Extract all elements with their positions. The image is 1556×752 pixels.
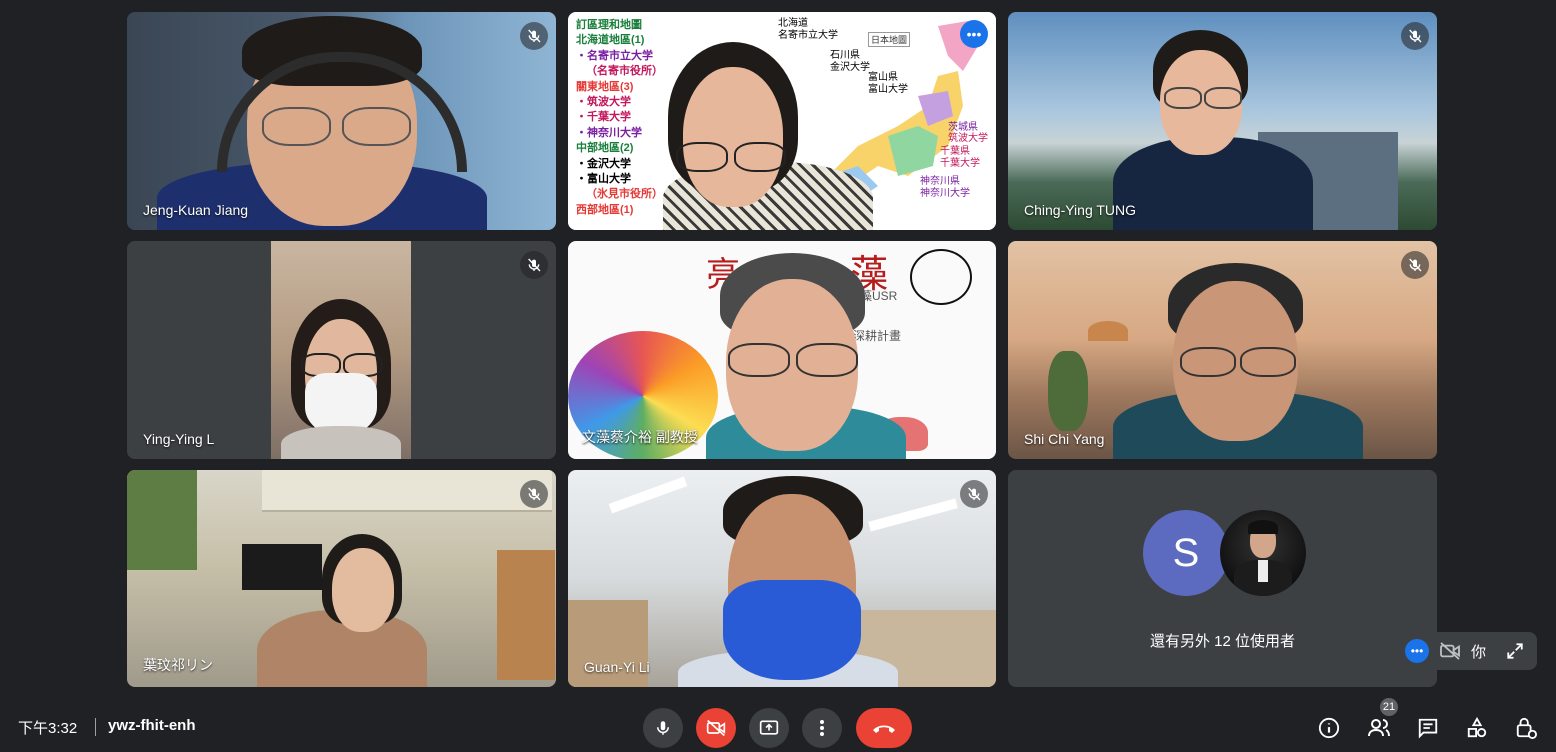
people-count-badge: 21 <box>1380 698 1398 716</box>
other-participants-tile[interactable] <box>1008 470 1437 687</box>
participant-name: Jeng-Kuan Jiang <box>143 202 249 218</box>
meeting-details-button[interactable] <box>1313 712 1345 744</box>
participant-tile[interactable]: Guan-Yi Li <box>568 470 996 687</box>
camera-toggle-button[interactable] <box>696 708 736 748</box>
mic-off-icon <box>520 251 548 279</box>
leave-call-button[interactable] <box>856 708 912 748</box>
mic-off-icon <box>960 480 988 508</box>
participant-video <box>1008 12 1437 230</box>
bottom-toolbar: 下午3:32 ywz-fhit-enh <box>0 700 1556 752</box>
lock-person-icon <box>1516 717 1537 740</box>
participant-video <box>568 12 996 230</box>
mic-off-icon <box>1401 251 1429 279</box>
people-icon <box>1368 719 1390 737</box>
more-options-icon[interactable]: ••• <box>1405 639 1429 663</box>
more-vert-icon <box>820 720 824 736</box>
mic-off-icon <box>520 480 548 508</box>
participant-tile-presenter[interactable]: 訂區理和地圖 北海道地區(1) ・名寄市立大学 （名寄市役所） 關東地區(3) … <box>568 12 996 230</box>
people-button[interactable] <box>1363 712 1395 744</box>
participant-tile[interactable]: Shi Chi Yang <box>1008 241 1437 459</box>
participant-name: Ching-Ying TUNG <box>1024 202 1137 218</box>
activities-icon <box>1467 717 1487 738</box>
other-participants-count: 還有另外 12 位使用者 <box>1149 633 1296 650</box>
activities-button[interactable] <box>1461 712 1493 744</box>
mic-off-icon <box>1401 22 1429 50</box>
present-screen-button[interactable] <box>749 708 789 748</box>
self-label: 你 <box>1471 643 1487 661</box>
mic-off-icon <box>520 22 548 50</box>
participant-tile[interactable]: 葉玟祁リン <box>127 470 556 687</box>
chat-button[interactable] <box>1412 712 1444 744</box>
more-options-icon[interactable]: ••• <box>960 20 988 48</box>
participant-name: Guan-Yi Li <box>584 659 650 675</box>
participant-name: Shi Chi Yang <box>1024 431 1105 447</box>
present-screen-icon <box>759 720 779 735</box>
hang-up-icon <box>873 725 895 733</box>
participant-name: 葉玟祁リン <box>143 657 213 673</box>
more-options-button[interactable] <box>802 708 842 748</box>
participant-tile[interactable]: Jeng-Kuan Jiang <box>127 12 556 230</box>
host-controls-button[interactable] <box>1510 712 1542 744</box>
portrait-video <box>271 241 411 459</box>
expand-icon[interactable] <box>1506 642 1524 660</box>
meeting-time: 下午3:32 <box>18 720 78 737</box>
participant-video <box>127 12 556 230</box>
chat-icon <box>1418 718 1438 739</box>
microphone-button[interactable] <box>643 708 683 748</box>
camera-off-icon <box>706 719 726 737</box>
info-icon <box>1318 717 1340 739</box>
self-view[interactable]: ••• 你 <box>1397 632 1537 670</box>
participant-name: Ying-Ying L <box>143 431 215 447</box>
participant-tile[interactable]: Ching-Ying TUNG <box>1008 12 1437 230</box>
avatar-photo <box>1220 510 1306 596</box>
microphone-icon <box>657 721 669 735</box>
participant-tile-presenter[interactable]: 亮 藻 文藻USR 深耕計畫 文藻蔡介裕 副教授 <box>568 241 996 459</box>
avatar: S <box>1143 510 1229 596</box>
participant-video <box>568 470 996 687</box>
participant-tile[interactable]: Ying-Ying L <box>127 241 556 459</box>
camera-off-icon <box>1439 642 1461 660</box>
participant-video <box>1008 241 1437 459</box>
meeting-code: ywz-fhit-enh <box>108 717 196 734</box>
slide-caption: 文藻蔡介裕 副教授 <box>582 429 698 445</box>
divider <box>95 718 96 736</box>
